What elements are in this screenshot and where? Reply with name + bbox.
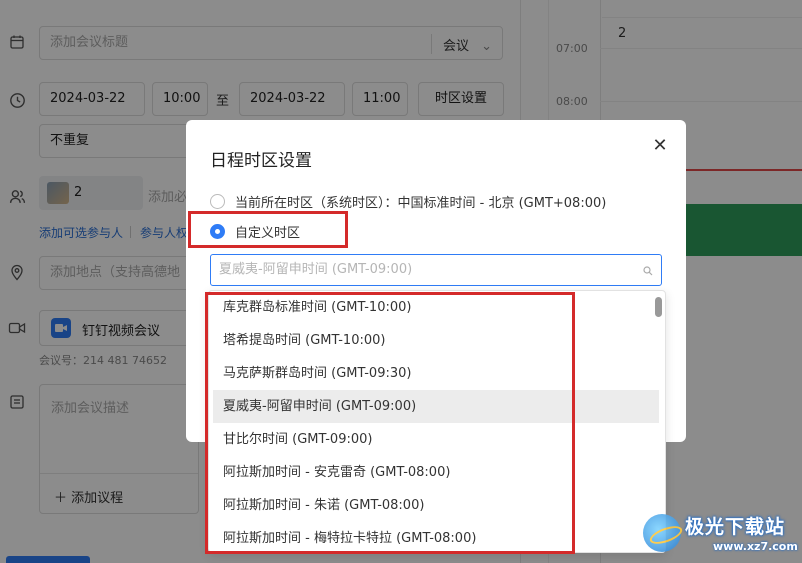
timezone-option[interactable]: 马克萨斯群岛时间 (GMT-09:30) <box>213 357 659 390</box>
watermark-text: 极光下载站 <box>685 516 786 538</box>
timezone-option-selected[interactable]: 夏威夷-阿留申时间 (GMT-09:00) <box>213 390 659 423</box>
timezone-search-input[interactable]: 夏威夷-阿留申时间 (GMT-09:00) <box>210 254 662 286</box>
dialog-title: 日程时区设置 <box>210 151 312 171</box>
custom-timezone-label: 自定义时区 <box>235 226 301 241</box>
timezone-option[interactable]: 甘比尔时间 (GMT-09:00) <box>213 423 659 456</box>
radio-checked-icon[interactable] <box>210 224 225 239</box>
search-icon <box>643 255 653 285</box>
timezone-option[interactable]: 阿拉斯加时间 - 朱诺 (GMT-08:00) <box>213 489 659 522</box>
system-timezone-option[interactable]: 当前所在时区（系统时区）：中国标准时间 - 北京 (GMT+08:00) <box>210 192 606 211</box>
timezone-input-value: 夏威夷-阿留申时间 (GMT-09:00) <box>219 262 413 277</box>
timezone-option[interactable]: 库克群岛标准时间 (GMT-10:00) <box>213 291 659 324</box>
watermark: 极光下载站 www.xz7.com <box>643 512 798 558</box>
timezone-option[interactable]: 阿拉斯加时间 - 梅特拉卡特拉 (GMT-08:00) <box>213 522 659 552</box>
radio-unchecked-icon[interactable] <box>210 194 225 209</box>
timezone-dropdown: 库克群岛标准时间 (GMT-10:00) 塔希提岛时间 (GMT-10:00) … <box>208 290 666 553</box>
watermark-url: www.xz7.com <box>713 540 798 553</box>
timezone-option[interactable]: 塔希提岛时间 (GMT-10:00) <box>213 324 659 357</box>
watermark-logo-icon <box>643 514 681 552</box>
custom-timezone-option[interactable]: 自定义时区 <box>210 222 300 241</box>
scrollbar-thumb[interactable] <box>655 297 662 317</box>
close-icon[interactable]: ✕ <box>650 136 670 156</box>
system-timezone-label: 当前所在时区（系统时区）：中国标准时间 - 北京 (GMT+08:00) <box>235 196 607 211</box>
timezone-option[interactable]: 阿拉斯加时间 - 安克雷奇 (GMT-08:00) <box>213 456 659 489</box>
